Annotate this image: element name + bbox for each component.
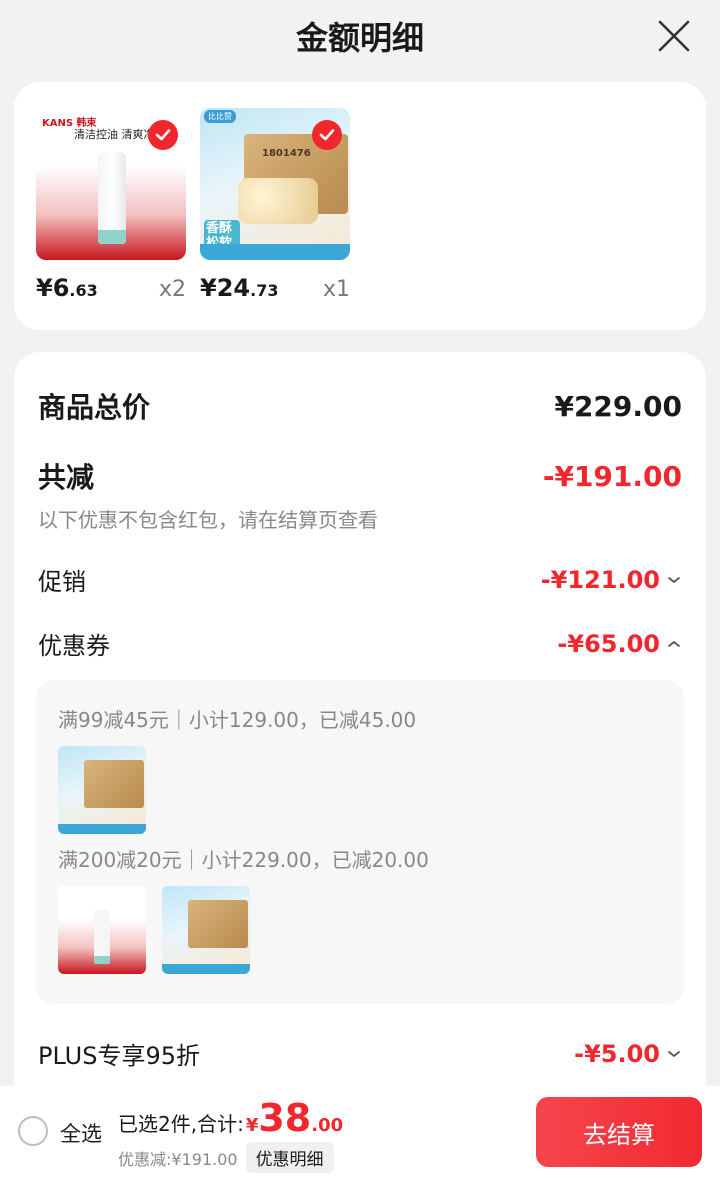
price-integer: ¥6 <box>36 274 70 302</box>
price-detail-card: 商品总价 ¥229.00 共减 -¥191.00 以下优惠不包含红包，请在结算页… <box>14 352 706 1132</box>
promo-strip <box>58 824 146 834</box>
coupon-row[interactable]: 优惠券 -¥65.00 <box>38 626 682 661</box>
coupon-value: -¥65.00 <box>557 630 682 658</box>
plus-amount: -¥5.00 <box>574 1039 660 1068</box>
coupon-detail-box: 满99减45元｜小计129.00，已减45.00 满200减20元｜小计229.… <box>36 680 684 1004</box>
coupon-amount: -¥65.00 <box>557 629 660 658</box>
chevron-up-icon[interactable] <box>666 636 682 652</box>
product-item-cleanser[interactable]: KANS 韩束 清洁控油 清爽净颜 ¥6.63 x2 <box>36 108 188 302</box>
coupon-product-thumb-cleanser <box>58 886 146 974</box>
checkout-button[interactable]: 去结算 <box>536 1097 702 1167</box>
product-price: ¥6.63 <box>36 274 98 302</box>
product-image-snack: 比比赞 1801476 香酥松软 <box>200 108 350 260</box>
checkout-bar: 全选 已选2件,合计: ¥ 38 .00 优惠减:¥191.00 优惠明细 去结… <box>0 1086 720 1181</box>
tube-graphic <box>94 910 110 964</box>
page-title: 金额明细 <box>295 19 424 57</box>
promo-strip <box>200 244 350 260</box>
price-integer: ¥24 <box>200 274 251 302</box>
promo-label: 促销 <box>38 568 86 596</box>
snack-bars-graphic <box>238 178 318 224</box>
product-item-snack[interactable]: 比比赞 1801476 香酥松软 ¥24.73 x1 <box>200 108 352 302</box>
reduce-row: 共减 -¥191.00 <box>38 456 682 496</box>
snack-box-graphic <box>84 760 144 808</box>
reduce-label: 共减 <box>38 461 95 494</box>
tube-graphic <box>98 152 126 244</box>
plus-label: PLUS专享95折 <box>38 1042 200 1070</box>
promo-strip <box>162 964 250 974</box>
coupon-line-2: 满200减20元｜小计229.00，已减20.00 <box>58 848 429 872</box>
promo-value: -¥121.00 <box>541 566 682 594</box>
price-decimal: .63 <box>69 281 98 300</box>
coupon-line-1: 满99减45元｜小计129.00，已减45.00 <box>58 708 417 732</box>
total-decimal: .00 <box>311 1115 344 1136</box>
coupon-label: 优惠券 <box>38 632 110 660</box>
products-card: KANS 韩束 清洁控油 清爽净颜 ¥6.63 x2 比比赞 1801476 香… <box>14 82 706 330</box>
reduce-value: -¥191.00 <box>542 459 682 493</box>
check-icon[interactable] <box>312 120 342 150</box>
promo-amount: -¥121.00 <box>540 565 660 594</box>
coupon-product-thumb-snack <box>58 746 146 834</box>
chevron-down-icon[interactable] <box>666 1046 682 1062</box>
discount-summary: 优惠减:¥191.00 优惠明细 <box>118 1142 334 1173</box>
coupon-product-thumb-snack <box>162 886 250 974</box>
total-row: 商品总价 ¥229.00 <box>38 386 682 426</box>
total-integer: 38 <box>258 1096 312 1140</box>
product-image-cleanser: KANS 韩束 清洁控油 清爽净颜 <box>36 108 186 260</box>
modal-header: 金额明细 <box>0 0 720 72</box>
snack-box-graphic <box>188 900 248 948</box>
close-icon[interactable] <box>656 18 692 54</box>
discount-text: 优惠减:¥191.00 <box>118 1149 238 1169</box>
total-label: 商品总价 <box>38 391 151 424</box>
brand-tag: 比比赞 <box>204 110 236 123</box>
product-price: ¥24.73 <box>200 274 278 302</box>
plus-row[interactable]: PLUS专享95折 -¥5.00 <box>38 1036 682 1071</box>
promo-row[interactable]: 促销 -¥121.00 <box>38 562 682 597</box>
total-summary: 已选2件,合计: ¥ 38 .00 <box>118 1096 343 1140</box>
total-value: ¥229.00 <box>554 389 682 423</box>
discount-note: 以下优惠不包含红包，请在结算页查看 <box>38 508 378 532</box>
discount-detail-button[interactable]: 优惠明细 <box>245 1142 334 1173</box>
selected-text: 已选2件,合计: <box>118 1112 244 1136</box>
product-quantity: x2 <box>158 277 186 302</box>
plus-value: -¥5.00 <box>574 1040 682 1068</box>
radio-icon[interactable] <box>18 1116 48 1146</box>
chevron-down-icon[interactable] <box>666 572 682 588</box>
select-all-label[interactable]: 全选 <box>60 1118 102 1148</box>
total-currency: ¥ <box>245 1115 259 1136</box>
price-decimal: .73 <box>250 281 279 300</box>
snack-box-code: 1801476 <box>262 148 311 159</box>
product-quantity: x1 <box>322 277 350 302</box>
check-icon[interactable] <box>148 120 178 150</box>
